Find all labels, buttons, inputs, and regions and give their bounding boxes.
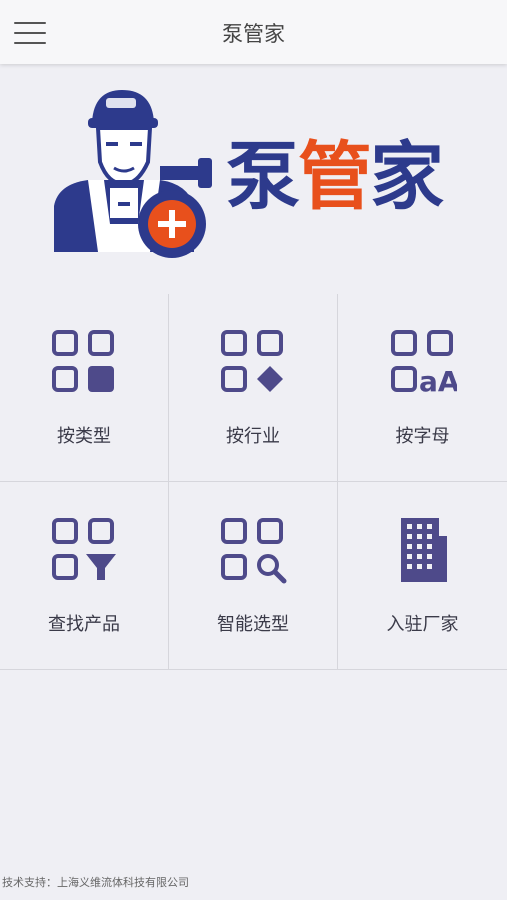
join-manufacturer-button[interactable]: 入驻厂家 bbox=[338, 482, 507, 670]
footer-support-text: 技术支持：上海义维流体科技有限公司 bbox=[2, 876, 189, 889]
grid-filter-icon bbox=[50, 516, 118, 584]
by-industry-button[interactable]: 按行业 bbox=[169, 294, 338, 482]
svg-text:aA: aA bbox=[419, 365, 457, 396]
join-manufacturer-label: 入驻厂家 bbox=[386, 614, 459, 635]
find-product-button[interactable]: 查找产品 bbox=[0, 482, 169, 670]
find-product-label: 查找产品 bbox=[48, 614, 120, 635]
by-type-label: 按类型 bbox=[57, 426, 111, 447]
by-industry-label: 按行业 bbox=[226, 426, 280, 447]
grid-square-icon bbox=[50, 328, 118, 396]
grid-diamond-icon bbox=[219, 328, 287, 396]
smart-selection-button[interactable]: 智能选型 bbox=[169, 482, 338, 670]
by-letter-label: 按字母 bbox=[395, 426, 450, 447]
category-grid: 按类型 按行业 aA 按字母 查找产品 智能选型 入驻厂家 bbox=[0, 294, 507, 670]
svg-text:管: 管 bbox=[298, 134, 372, 220]
grid-search-icon bbox=[219, 516, 287, 584]
svg-text:泵: 泵 bbox=[226, 134, 300, 220]
page-title: 泵管家 bbox=[222, 22, 285, 46]
by-letter-button[interactable]: aA 按字母 bbox=[338, 294, 507, 482]
building-icon bbox=[389, 516, 457, 584]
smart-selection-label: 智能选型 bbox=[217, 614, 289, 635]
svg-text:家: 家 bbox=[370, 134, 444, 220]
grid-letters-icon: aA bbox=[389, 328, 459, 398]
app-header: 泵管家 bbox=[0, 0, 507, 64]
brand-logo: 泵 管 家 bbox=[48, 84, 448, 264]
by-type-button[interactable]: 按类型 bbox=[0, 294, 169, 482]
